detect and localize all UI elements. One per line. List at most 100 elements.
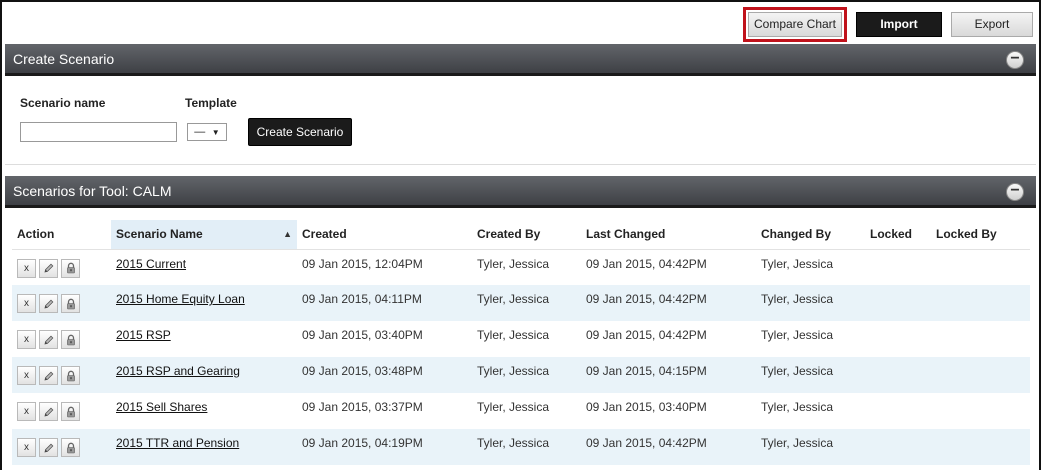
col-header-action: Action: [12, 220, 111, 250]
last-changed-cell: 09 Jan 2015, 03:40PM: [586, 400, 707, 414]
row-actions: x: [17, 436, 106, 457]
created-cell: 09 Jan 2015, 12:04PM: [302, 256, 423, 271]
scenarios-title: Scenarios for Tool: CALM: [13, 182, 172, 199]
col-header-changed-by[interactable]: Changed By: [756, 220, 865, 250]
app-frame: Compare Chart Import Export Create Scena…: [0, 0, 1041, 470]
scenario-name-link[interactable]: 2015 Home Equity Loan: [116, 292, 245, 306]
lock-icon: [66, 298, 75, 309]
lock-icon: [66, 334, 75, 345]
table-row: x 2015 RSP 09 Jan 2015, 03:40PM Tyler, J…: [12, 321, 1030, 357]
create-scenario-button[interactable]: Create Scenario: [248, 118, 352, 146]
top-toolbar: Compare Chart Import Export: [743, 6, 1033, 42]
row-actions-cell: x: [12, 321, 111, 357]
created-cell: 09 Jan 2015, 03:40PM: [302, 328, 423, 342]
delete-button[interactable]: x: [17, 366, 36, 385]
lock-icon: [66, 370, 75, 381]
collapse-create-icon[interactable]: −: [1006, 51, 1024, 69]
pencil-icon: [43, 371, 53, 381]
lock-icon: [66, 406, 75, 417]
created-by-cell: Tyler, Jessica: [477, 400, 550, 414]
col-header-created-by[interactable]: Created By: [472, 220, 581, 250]
scenarios-table-wrapper: Action Scenario Name ▲ Created Created B…: [12, 220, 1030, 465]
created-by-cell: Tyler, Jessica: [472, 429, 581, 465]
lock-button[interactable]: [61, 366, 80, 385]
changed-by-cell: Tyler, Jessica: [756, 357, 865, 393]
sort-ascending-icon: ▲: [283, 229, 292, 239]
last-changed-cell: 09 Jan 2015, 04:42PM: [581, 285, 756, 321]
row-actions: x: [17, 328, 106, 349]
scenario-name-input[interactable]: [20, 122, 177, 142]
table-row: x 2015 Current 09 Jan 2015, 12:04PM Tyle…: [12, 249, 1030, 285]
scenario-name-link[interactable]: 2015 RSP: [116, 328, 171, 342]
pencil-icon: [43, 335, 53, 345]
locked-by-cell: [931, 357, 1030, 393]
col-header-last-changed[interactable]: Last Changed: [581, 220, 756, 250]
last-changed-cell: 09 Jan 2015, 04:15PM: [581, 357, 756, 393]
locked-cell: [865, 357, 931, 393]
created-by-cell: Tyler, Jessica: [472, 285, 581, 321]
scenarios-header: Scenarios for Tool: CALM −: [5, 176, 1036, 208]
last-changed-cell: 09 Jan 2015, 04:42PM: [581, 429, 756, 465]
import-button[interactable]: Import: [856, 11, 942, 37]
lock-button[interactable]: [61, 258, 80, 278]
delete-button[interactable]: x: [17, 330, 36, 349]
collapse-scenarios-icon[interactable]: −: [1006, 183, 1024, 201]
create-scenario-title: Create Scenario: [13, 50, 115, 67]
col-header-scenario-name[interactable]: Scenario Name ▲: [111, 220, 297, 250]
lock-button[interactable]: [61, 438, 80, 457]
created-cell: 09 Jan 2015, 04:19PM: [297, 429, 472, 465]
compare-chart-button[interactable]: Compare Chart: [748, 11, 842, 37]
created-cell: 09 Jan 2015, 03:48PM: [297, 357, 472, 393]
last-changed-cell: 09 Jan 2015, 04:42PM: [586, 256, 707, 271]
lock-icon: [66, 262, 75, 274]
locked-cell: [865, 321, 931, 357]
col-header-locked[interactable]: Locked: [865, 220, 931, 250]
table-row: x 2015 Home Equity Loan 09 Jan 2015, 04:…: [12, 285, 1030, 321]
edit-button[interactable]: [39, 330, 58, 349]
changed-by-cell: Tyler, Jessica: [756, 285, 865, 321]
scenario-name-link[interactable]: 2015 TTR and Pension: [116, 436, 239, 450]
pencil-icon: [43, 443, 53, 453]
edit-button[interactable]: [39, 402, 58, 421]
delete-button[interactable]: x: [17, 438, 36, 457]
delete-button[interactable]: x: [17, 402, 36, 421]
pencil-icon: [43, 263, 53, 273]
export-button[interactable]: Export: [951, 11, 1033, 37]
scenario-name-link[interactable]: 2015 RSP and Gearing: [116, 364, 240, 378]
locked-by-cell: [931, 429, 1030, 465]
delete-button[interactable]: x: [17, 294, 36, 313]
locked-cell: [865, 249, 931, 285]
scenario-name-cell: 2015 Current: [111, 249, 297, 285]
last-changed-cell: 09 Jan 2015, 04:42PM: [586, 328, 707, 342]
table-row: x 2015 TTR and Pension 09 Jan 2015, 04:1…: [12, 429, 1030, 465]
template-select[interactable]: — ▼: [187, 123, 227, 141]
template-label: Template: [185, 96, 237, 110]
locked-by-cell: [931, 285, 1030, 321]
lock-button[interactable]: [61, 402, 80, 421]
edit-button[interactable]: [39, 366, 58, 385]
delete-button[interactable]: x: [17, 258, 36, 278]
lock-button[interactable]: [61, 330, 80, 349]
changed-by-cell: Tyler, Jessica: [756, 429, 865, 465]
row-actions-cell: x: [12, 357, 111, 393]
col-header-created[interactable]: Created: [297, 220, 472, 250]
col-header-scenario-name-label: Scenario Name: [116, 227, 203, 242]
edit-button[interactable]: [39, 438, 58, 457]
lock-button[interactable]: [61, 294, 80, 313]
row-actions: x: [17, 292, 106, 313]
scenario-name-cell: 2015 RSP and Gearing: [111, 357, 297, 393]
edit-button[interactable]: [39, 294, 58, 313]
locked-by-cell: [931, 393, 1030, 429]
changed-by-cell: Tyler, Jessica: [761, 256, 834, 271]
row-actions-cell: x: [12, 429, 111, 465]
col-header-locked-by[interactable]: Locked By: [931, 220, 1030, 250]
changed-by-cell: Tyler, Jessica: [761, 328, 834, 342]
table-row: x 2015 Sell Shares 09 Jan 2015, 03:37PM …: [12, 393, 1030, 429]
pencil-icon: [43, 407, 53, 417]
created-cell: 09 Jan 2015, 03:37PM: [302, 400, 423, 414]
scenario-name-link[interactable]: 2015 Sell Shares: [116, 400, 207, 414]
create-scenario-form: Scenario name Template — ▼ Create Scenar…: [5, 77, 1036, 165]
edit-button[interactable]: [39, 258, 58, 278]
scenario-name-label: Scenario name: [20, 96, 106, 110]
scenario-name-link[interactable]: 2015 Current: [116, 257, 186, 271]
